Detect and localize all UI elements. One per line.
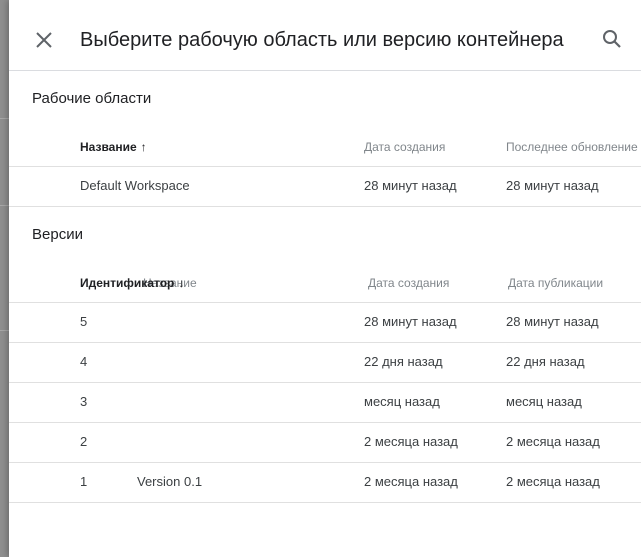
version-published: 2 месяца назад — [506, 474, 600, 489]
version-published: 2 месяца назад — [506, 434, 600, 449]
version-created: месяц назад — [364, 394, 440, 409]
sort-descending-icon: ↓ — [178, 276, 185, 290]
version-created: 28 минут назад — [364, 314, 457, 329]
column-label: Название — [80, 140, 137, 154]
background-divider — [0, 118, 9, 119]
search-icon[interactable] — [601, 28, 623, 50]
version-id: 1 — [80, 474, 88, 489]
version-row[interactable]: 5 28 минут назад 28 минут назад — [9, 302, 641, 343]
version-created: 22 дня назад — [364, 354, 443, 369]
workspace-row[interactable]: Default Workspace 28 минут назад 28 мину… — [9, 166, 641, 207]
version-published: месяц назад — [506, 394, 582, 409]
workspace-updated: 28 минут назад — [506, 178, 599, 193]
workspace-name-column-header[interactable]: Название ↑ — [80, 140, 147, 154]
version-id: 5 — [80, 314, 88, 329]
version-id: 2 — [80, 434, 88, 449]
version-row[interactable]: 4 22 дня назад 22 дня назад — [9, 342, 641, 383]
background-divider — [0, 205, 9, 206]
version-published-column-header[interactable]: Дата публикации — [508, 276, 603, 290]
background-divider — [0, 330, 9, 331]
version-published: 28 минут назад — [506, 314, 599, 329]
version-id: 3 — [80, 394, 88, 409]
version-id-column-header[interactable]: Идентификатор ↓ — [80, 276, 184, 290]
dialog-header: Выберите рабочую область или версию конт… — [9, 0, 641, 71]
workspaces-section-title: Рабочие области — [32, 90, 152, 107]
workspace-name: Default Workspace — [80, 178, 190, 193]
workspace-created: 28 минут назад — [364, 178, 457, 193]
dialog-title: Выберите рабочую область или версию конт… — [80, 29, 564, 51]
version-published: 22 дня назад — [506, 354, 585, 369]
workspace-created-column-header[interactable]: Дата создания — [364, 140, 445, 154]
column-label: Идентификатор — [80, 276, 175, 290]
version-row[interactable]: 1 Version 0.1 2 месяца назад 2 месяца на… — [9, 462, 641, 503]
version-created: 2 месяца назад — [364, 474, 458, 489]
version-row[interactable]: 3 месяц назад месяц назад — [9, 382, 641, 423]
version-id: 4 — [80, 354, 88, 369]
version-created: 2 месяца назад — [364, 434, 458, 449]
sort-ascending-icon: ↑ — [140, 140, 147, 154]
version-name: Version 0.1 — [137, 474, 203, 489]
version-row[interactable]: 2 2 месяца назад 2 месяца назад — [9, 422, 641, 463]
container-picker-dialog: Выберите рабочую область или версию конт… — [9, 0, 641, 557]
versions-section-title: Версии — [32, 226, 83, 243]
version-created-column-header[interactable]: Дата создания — [368, 276, 449, 290]
background-page — [0, 0, 9, 557]
workspace-updated-column-header[interactable]: Последнее обновление — [506, 140, 638, 154]
close-icon[interactable] — [33, 29, 55, 51]
